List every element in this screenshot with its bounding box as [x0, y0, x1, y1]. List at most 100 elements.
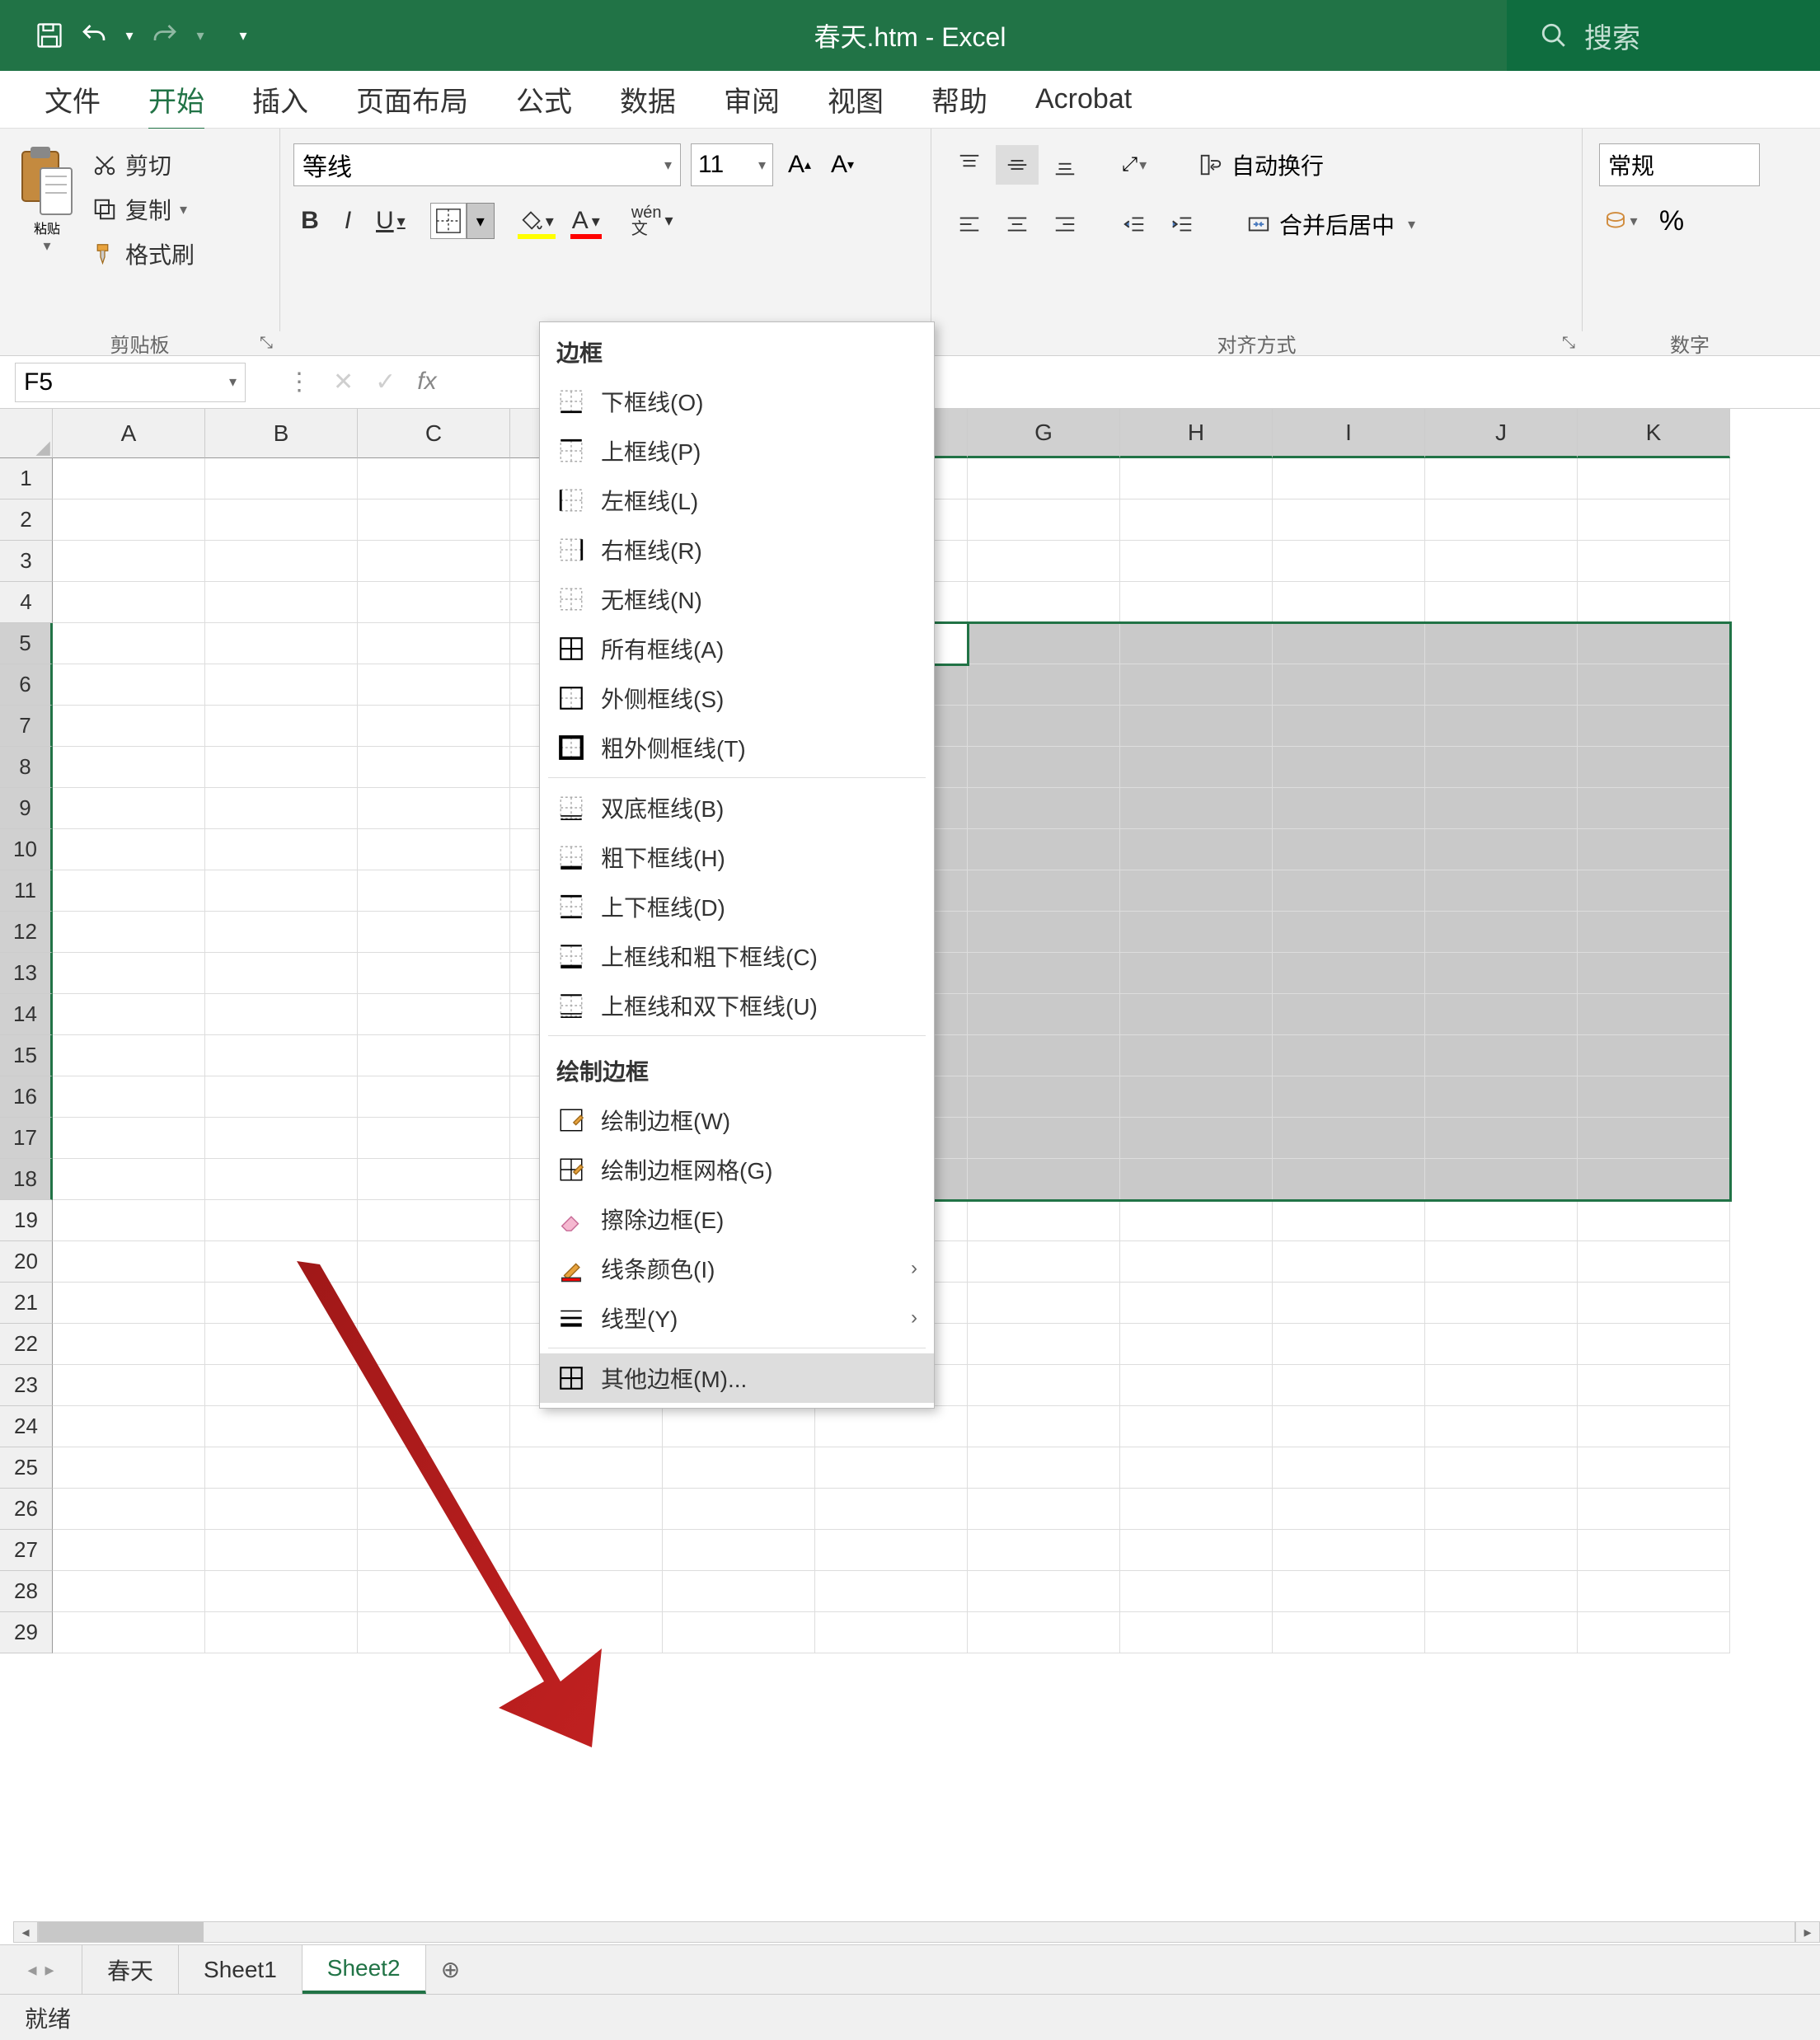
cell-B27[interactable]	[205, 1530, 358, 1571]
align-right-icon[interactable]	[1044, 204, 1086, 244]
row-header-9[interactable]: 9	[0, 788, 53, 829]
cell-B24[interactable]	[205, 1406, 358, 1447]
cell-C2[interactable]	[358, 499, 510, 541]
phonetic-button[interactable]: wén文▾	[625, 201, 680, 241]
menu-item-thick-bottom[interactable]: 粗下框线(H)	[540, 832, 934, 882]
select-all-corner[interactable]	[0, 409, 53, 458]
cell-J2[interactable]	[1425, 499, 1578, 541]
underline-button[interactable]: U▾	[369, 201, 412, 241]
cell-A16[interactable]	[53, 1076, 205, 1118]
cell-J1[interactable]	[1425, 458, 1578, 499]
font-color-button[interactable]: A▾	[565, 201, 607, 241]
search-box[interactable]: 搜索	[1507, 0, 1820, 71]
cell-J7[interactable]	[1425, 706, 1578, 747]
cell-J24[interactable]	[1425, 1406, 1578, 1447]
cell-I23[interactable]	[1273, 1365, 1425, 1406]
cell-H29[interactable]	[1120, 1612, 1273, 1653]
row-header-24[interactable]: 24	[0, 1406, 53, 1447]
cell-I15[interactable]	[1273, 1035, 1425, 1076]
row-header-10[interactable]: 10	[0, 829, 53, 870]
cell-B28[interactable]	[205, 1571, 358, 1612]
cell-J5[interactable]	[1425, 623, 1578, 664]
menu-item-left[interactable]: 左框线(L)	[540, 476, 934, 525]
cell-F24[interactable]	[815, 1406, 968, 1447]
col-header-C[interactable]: C	[358, 409, 510, 458]
cell-H28[interactable]	[1120, 1571, 1273, 1612]
tab-view[interactable]: 视图	[808, 69, 903, 129]
fill-color-button[interactable]: ▾	[513, 201, 561, 241]
cell-K17[interactable]	[1578, 1118, 1730, 1159]
cell-G4[interactable]	[968, 582, 1120, 623]
cell-A2[interactable]	[53, 499, 205, 541]
cell-H6[interactable]	[1120, 664, 1273, 706]
cell-D29[interactable]	[510, 1612, 663, 1653]
row-header-2[interactable]: 2	[0, 499, 53, 541]
cell-G15[interactable]	[968, 1035, 1120, 1076]
menu-item-draw[interactable]: 绘制边框(W)	[540, 1095, 934, 1145]
cell-H23[interactable]	[1120, 1365, 1273, 1406]
cell-J18[interactable]	[1425, 1159, 1578, 1200]
cell-K11[interactable]	[1578, 870, 1730, 912]
cell-B8[interactable]	[205, 747, 358, 788]
cell-H9[interactable]	[1120, 788, 1273, 829]
cell-C17[interactable]	[358, 1118, 510, 1159]
menu-item-none[interactable]: 无框线(N)	[540, 574, 934, 624]
cell-A15[interactable]	[53, 1035, 205, 1076]
cell-H20[interactable]	[1120, 1241, 1273, 1283]
cell-C8[interactable]	[358, 747, 510, 788]
cell-C19[interactable]	[358, 1200, 510, 1241]
cell-K19[interactable]	[1578, 1200, 1730, 1241]
sheet-nav[interactable]: ◂▸	[0, 1945, 82, 1994]
cell-H18[interactable]	[1120, 1159, 1273, 1200]
font-name-combo[interactable]: 等线▾	[293, 143, 681, 186]
cell-B12[interactable]	[205, 912, 358, 953]
cell-G11[interactable]	[968, 870, 1120, 912]
cell-B26[interactable]	[205, 1489, 358, 1530]
cell-C13[interactable]	[358, 953, 510, 994]
cell-K6[interactable]	[1578, 664, 1730, 706]
paste-button[interactable]: 粘贴 ▾	[10, 143, 84, 270]
row-header-29[interactable]: 29	[0, 1612, 53, 1653]
align-bottom-icon[interactable]	[1044, 145, 1086, 185]
cell-G16[interactable]	[968, 1076, 1120, 1118]
cell-J12[interactable]	[1425, 912, 1578, 953]
cell-J17[interactable]	[1425, 1118, 1578, 1159]
cell-A5[interactable]	[53, 623, 205, 664]
row-header-28[interactable]: 28	[0, 1571, 53, 1612]
cell-I7[interactable]	[1273, 706, 1425, 747]
row-header-5[interactable]: 5	[0, 623, 53, 664]
cell-I14[interactable]	[1273, 994, 1425, 1035]
row-header-25[interactable]: 25	[0, 1447, 53, 1489]
row-header-21[interactable]: 21	[0, 1283, 53, 1324]
cell-J4[interactable]	[1425, 582, 1578, 623]
cell-A19[interactable]	[53, 1200, 205, 1241]
cell-C27[interactable]	[358, 1530, 510, 1571]
cell-G6[interactable]	[968, 664, 1120, 706]
align-top-icon[interactable]	[948, 145, 991, 185]
formula-dots-icon[interactable]: ⋮	[287, 368, 312, 396]
cell-A18[interactable]	[53, 1159, 205, 1200]
cell-C15[interactable]	[358, 1035, 510, 1076]
cell-I9[interactable]	[1273, 788, 1425, 829]
cell-G25[interactable]	[968, 1447, 1120, 1489]
col-header-H[interactable]: H	[1120, 409, 1273, 458]
row-header-22[interactable]: 22	[0, 1324, 53, 1365]
cell-I6[interactable]	[1273, 664, 1425, 706]
cell-B20[interactable]	[205, 1241, 358, 1283]
cell-H5[interactable]	[1120, 623, 1273, 664]
cell-I13[interactable]	[1273, 953, 1425, 994]
horizontal-scrollbar[interactable]: ◂ ▸	[13, 1920, 1820, 1944]
cell-J20[interactable]	[1425, 1241, 1578, 1283]
tab-acrobat[interactable]: Acrobat	[1016, 73, 1152, 125]
cell-A29[interactable]	[53, 1612, 205, 1653]
cell-G10[interactable]	[968, 829, 1120, 870]
cell-G24[interactable]	[968, 1406, 1120, 1447]
cell-E27[interactable]	[663, 1530, 815, 1571]
cell-D28[interactable]	[510, 1571, 663, 1612]
sheet-tab-Sheet2[interactable]: Sheet2	[303, 1945, 426, 1994]
redo-icon[interactable]	[148, 19, 181, 52]
align-center-icon[interactable]	[996, 204, 1039, 244]
cell-B15[interactable]	[205, 1035, 358, 1076]
cell-H16[interactable]	[1120, 1076, 1273, 1118]
cell-H4[interactable]	[1120, 582, 1273, 623]
